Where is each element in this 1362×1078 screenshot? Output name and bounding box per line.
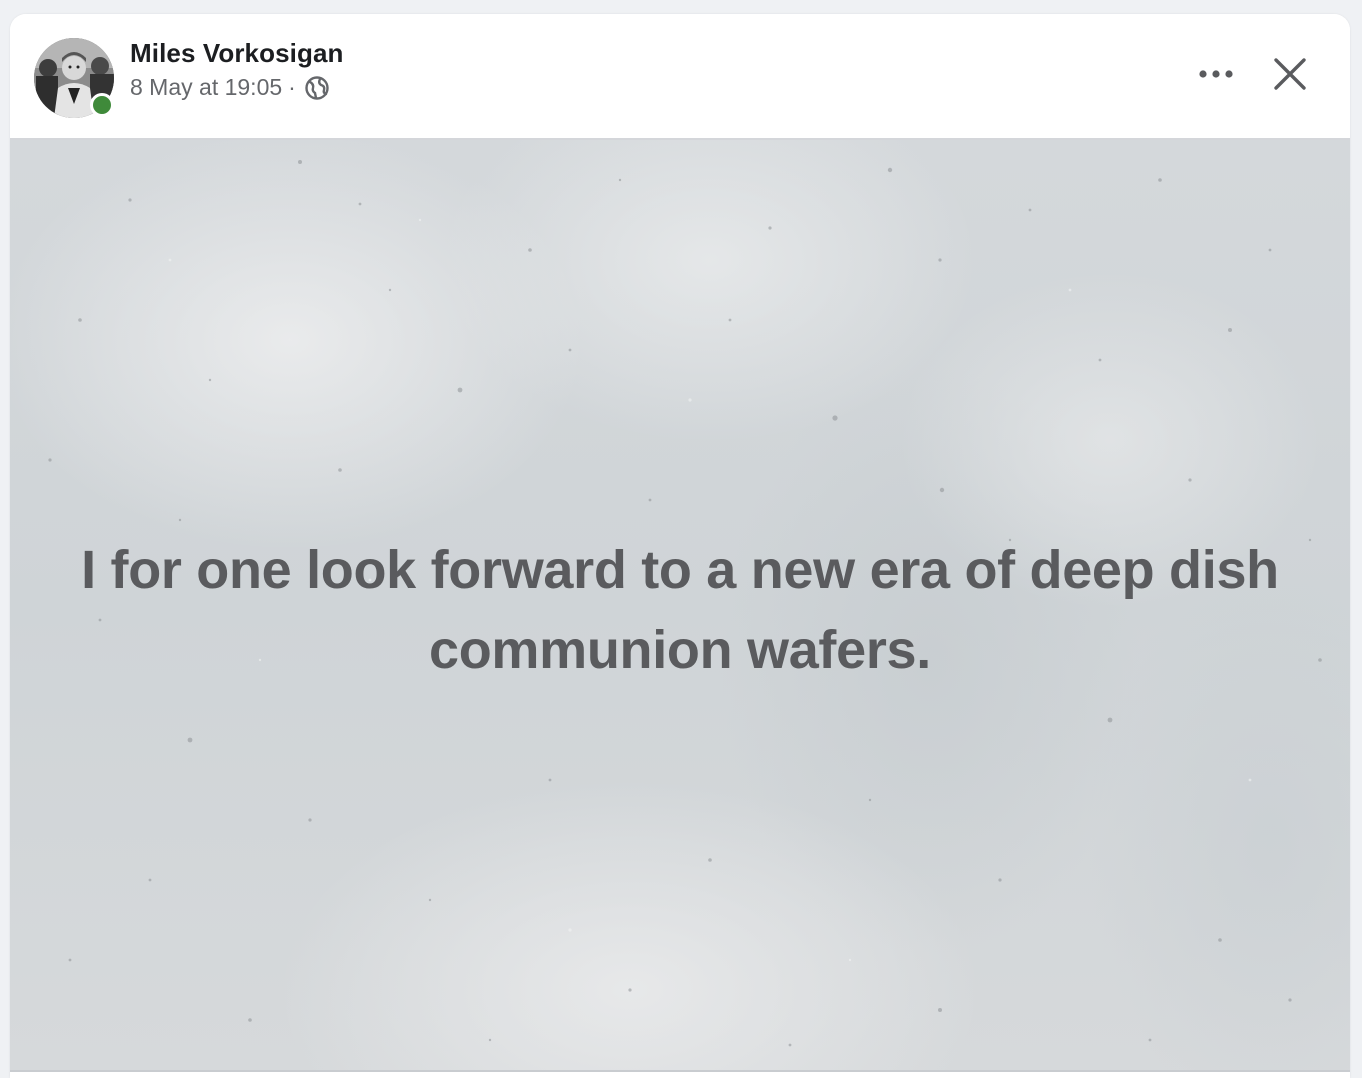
close-button[interactable] xyxy=(1266,50,1314,98)
author-name[interactable]: Miles Vorkosigan xyxy=(130,38,344,69)
post-background: I for one look forward to a new era of d… xyxy=(10,140,1350,1070)
post-footer-edge xyxy=(10,1070,1350,1078)
post-timestamp[interactable]: 8 May at 19:05 xyxy=(130,74,282,101)
meta-separator: · xyxy=(288,74,296,100)
post-viewer-card: Miles Vorkosigan 8 May at 19:05 · I for … xyxy=(10,14,1350,1078)
post-meta: 8 May at 19:05 · xyxy=(130,74,330,101)
more-options-icon xyxy=(1199,70,1233,78)
globe-icon[interactable] xyxy=(304,75,330,101)
more-options-button[interactable] xyxy=(1192,54,1240,94)
online-status-indicator xyxy=(90,93,114,117)
close-icon xyxy=(1274,58,1306,90)
post-body-text: I for one look forward to a new era of d… xyxy=(81,540,1279,680)
post-header: Miles Vorkosigan 8 May at 19:05 · xyxy=(10,14,1350,140)
